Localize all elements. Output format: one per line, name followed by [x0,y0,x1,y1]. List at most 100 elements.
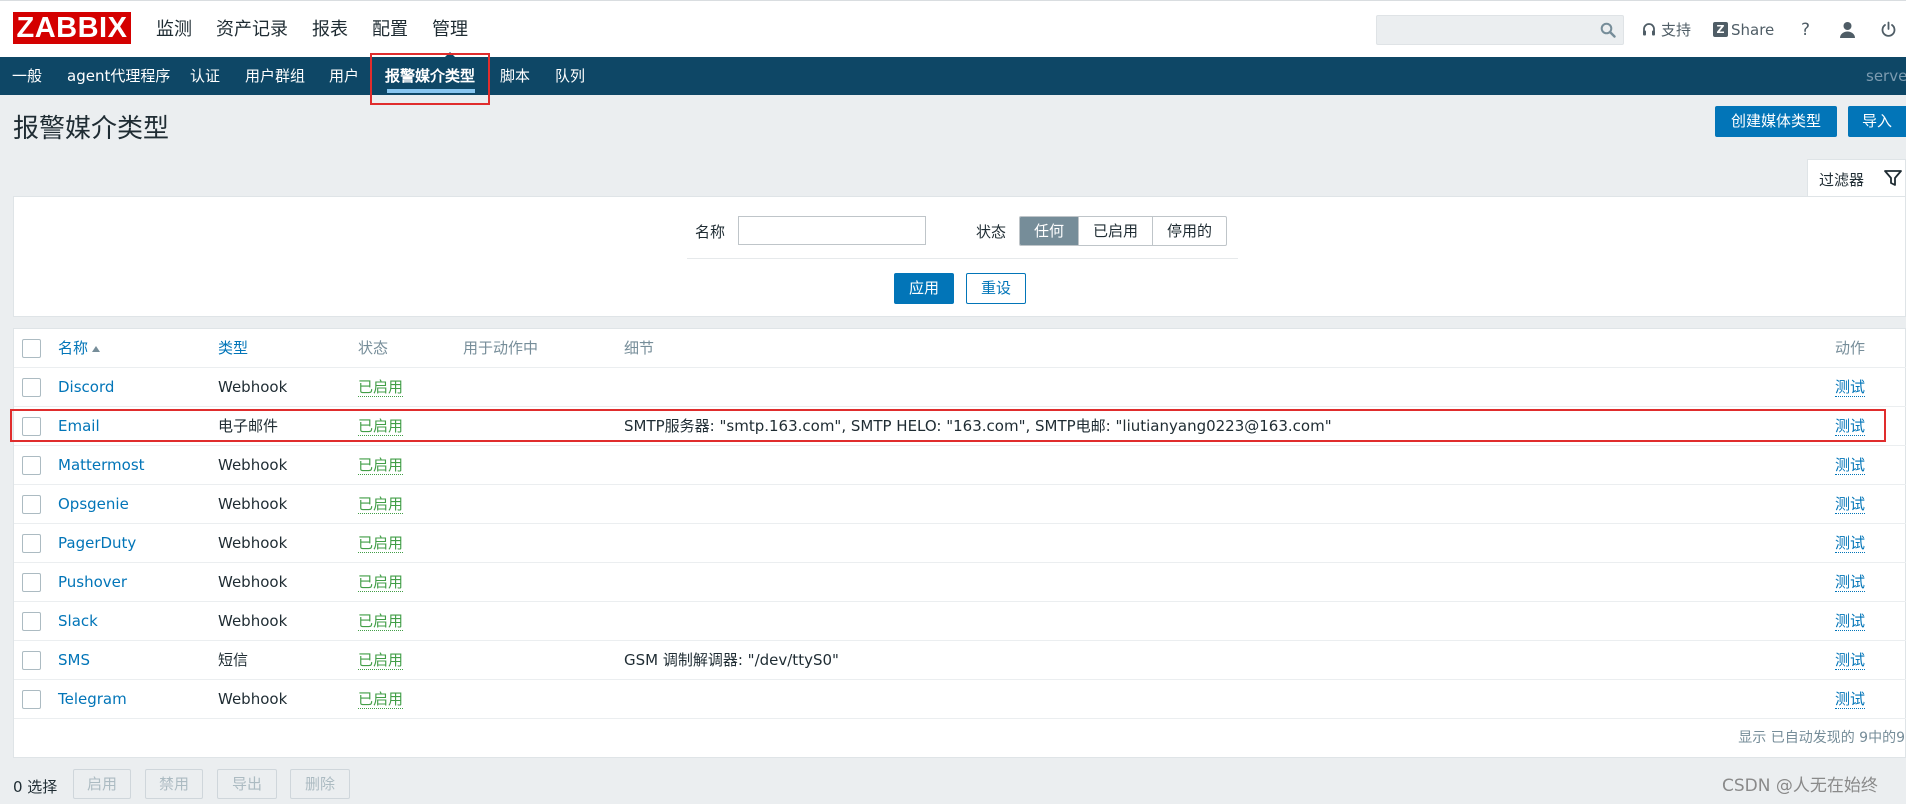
media-type-name-link[interactable]: Discord [58,368,114,407]
col-header-name[interactable]: 名称 [58,329,101,368]
col-header-type[interactable]: 类型 [218,329,248,368]
main-nav: 监测 资产记录 报表 配置 管理 [156,1,492,58]
status-toggle[interactable]: 已启用 [358,651,404,670]
subnav-general[interactable]: 一般 [12,57,42,95]
global-search-input[interactable] [1377,16,1587,44]
mass-delete-button[interactable]: 删除 [290,769,350,799]
test-link[interactable]: 测试 [1835,690,1866,709]
media-type-type: Webhook [218,378,288,396]
power-icon [1881,21,1896,37]
status-toggle[interactable]: 已启用 [358,573,404,592]
table-row: Pushover Webhook 已启用 测试 [14,563,1906,602]
status-toggle[interactable]: 已启用 [358,378,404,397]
table-row: Opsgenie Webhook 已启用 测试 [14,485,1906,524]
main-nav-configuration[interactable]: 配置 [372,1,408,58]
row-checkbox[interactable] [22,417,41,436]
row-checkbox[interactable] [22,456,41,475]
subnav-scripts[interactable]: 脚本 [500,57,530,95]
reset-button[interactable]: 重设 [966,273,1026,304]
support-label: 支持 [1661,21,1692,39]
sort-asc-icon [92,345,101,352]
status-option-enabled[interactable]: 已启用 [1079,217,1154,245]
status-toggle[interactable]: 已启用 [358,534,404,553]
test-link[interactable]: 测试 [1835,378,1866,397]
subnav-active-indicator [387,89,475,93]
subnav-user-groups[interactable]: 用户群组 [245,57,305,95]
user-profile-button[interactable] [1839,1,1856,58]
status-option-any[interactable]: 任何 [1020,217,1080,245]
status-toggle[interactable]: 已启用 [358,456,404,475]
row-checkbox[interactable] [22,690,41,709]
row-checkbox[interactable] [22,612,41,631]
subnav-authentication[interactable]: 认证 [190,57,220,95]
apply-button[interactable]: 应用 [894,273,954,304]
test-link[interactable]: 测试 [1835,534,1866,553]
help-icon: ? [1801,19,1811,40]
filter-tab[interactable]: 过滤器 [1807,159,1906,197]
media-type-type: 电子邮件 [218,417,279,435]
sign-out-button[interactable] [1880,1,1897,58]
table-row: SMS 短信 已启用 GSM 调制解调器: "/dev/ttyS0" 测试 [14,641,1906,680]
table-header-row: 名称 类型 状态 用于动作中 细节 动作 [14,329,1906,368]
selected-count: 0 选择 [13,778,58,796]
status-option-disabled[interactable]: 停用的 [1153,217,1226,245]
row-checkbox[interactable] [22,573,41,592]
media-type-name-link[interactable]: Slack [58,602,98,641]
status-toggle[interactable]: 已启用 [358,495,404,514]
media-type-type: Webhook [218,495,288,513]
share-link[interactable]: Z Share [1713,1,1774,58]
media-types-table: 名称 类型 状态 用于动作中 细节 动作 Discord Webhook 已启用… [13,328,1906,758]
test-link[interactable]: 测试 [1835,495,1866,514]
test-link[interactable]: 测试 [1835,456,1866,475]
subnav-queue[interactable]: 队列 [555,57,585,95]
table-row: Slack Webhook 已启用 测试 [14,602,1906,641]
media-type-name-link[interactable]: Mattermost [58,446,145,485]
row-checkbox[interactable] [22,651,41,670]
media-type-name-link[interactable]: Opsgenie [58,485,129,524]
subnav-users[interactable]: 用户 [329,57,359,95]
mass-export-button[interactable]: 导出 [217,769,277,799]
select-all-checkbox[interactable] [22,339,41,358]
support-link[interactable]: 支持 [1641,1,1691,58]
status-toggle[interactable]: 已启用 [358,612,404,631]
create-media-type-button[interactable]: 创建媒体类型 [1715,106,1837,137]
filter-name-input[interactable] [738,216,926,245]
main-nav-monitoring[interactable]: 监测 [156,1,192,58]
main-nav-inventory[interactable]: 资产记录 [216,1,288,58]
filter-icon [1884,170,1902,186]
main-nav-reports[interactable]: 报表 [312,1,348,58]
search-icon[interactable] [1600,22,1616,38]
media-type-name-link[interactable]: Pushover [58,563,127,602]
main-nav-administration[interactable]: 管理 [432,1,468,58]
help-button[interactable]: ? [1801,1,1810,58]
status-toggle[interactable]: 已启用 [358,417,404,436]
media-type-type: 短信 [218,651,249,669]
mass-disable-button[interactable]: 禁用 [145,769,203,799]
row-checkbox[interactable] [22,534,41,553]
media-type-name-link[interactable]: SMS [58,641,90,680]
media-type-type: Webhook [218,456,288,474]
col-header-actions: 动作 [1835,339,1866,357]
row-checkbox[interactable] [22,378,41,397]
filter-status-label: 状态 [976,223,1007,241]
test-link[interactable]: 测试 [1835,573,1866,592]
media-type-name-link[interactable]: Telegram [58,680,127,719]
table-row: Mattermost Webhook 已启用 测试 [14,446,1906,485]
test-link[interactable]: 测试 [1835,417,1866,436]
media-type-name-link[interactable]: Email [58,407,100,446]
table-row: PagerDuty Webhook 已启用 测试 [14,524,1906,563]
subnav-proxies[interactable]: agent代理程序 [67,57,170,95]
import-button[interactable]: 导入 [1848,106,1906,137]
media-type-type: Webhook [218,690,288,708]
media-type-type: Webhook [218,573,288,591]
media-type-name-link[interactable]: PagerDuty [58,524,136,563]
zabbix-logo[interactable]: ZABBIX [13,12,131,44]
server-name: server [1866,67,1906,85]
table-footer-count: 显示 已自动发现的 9中的9 [1738,730,1905,746]
row-checkbox[interactable] [22,495,41,514]
test-link[interactable]: 测试 [1835,612,1866,631]
test-link[interactable]: 测试 [1835,651,1866,670]
status-toggle[interactable]: 已启用 [358,690,404,709]
user-icon [1840,22,1855,38]
mass-enable-button[interactable]: 启用 [73,769,131,799]
